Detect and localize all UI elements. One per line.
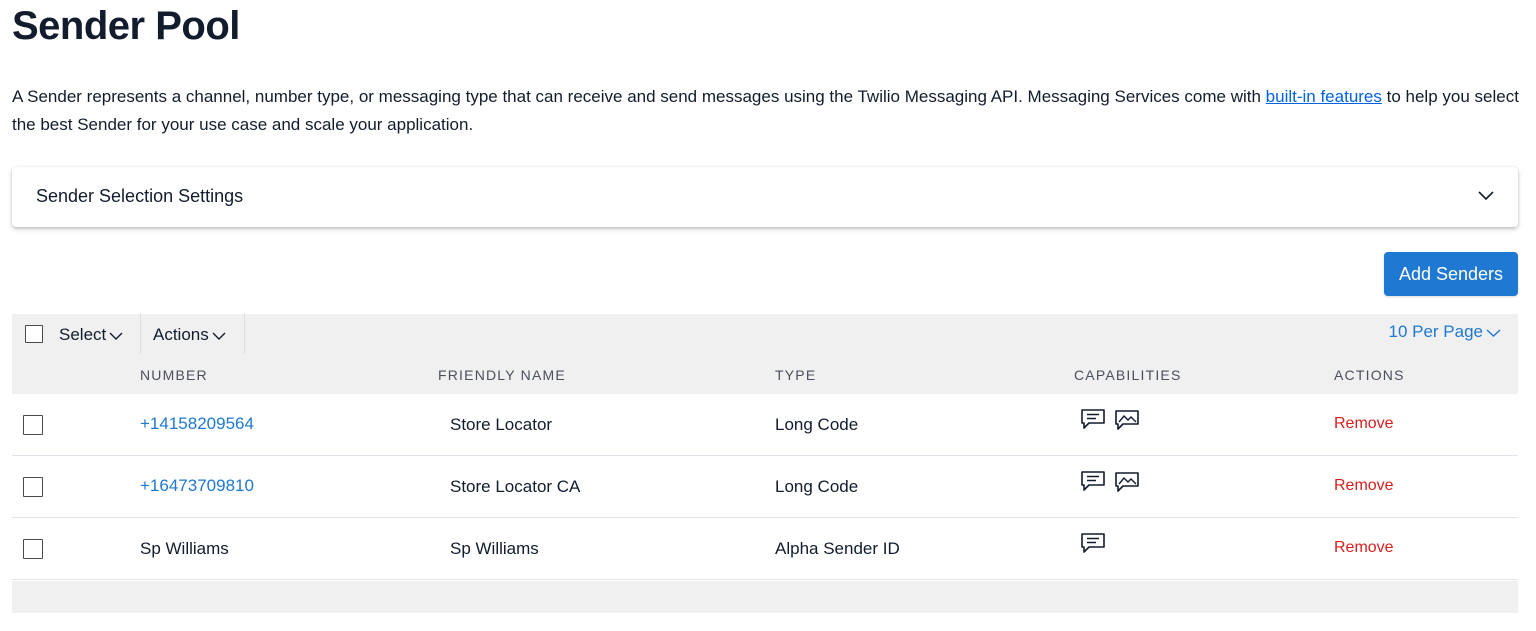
intro-text-start: A Sender represents a channel, number ty… [12, 87, 1266, 106]
mms-icon [1115, 410, 1139, 430]
chevron-down-icon [212, 332, 226, 340]
column-header-number: NUMBER [140, 367, 208, 383]
sms-icon [1081, 409, 1105, 429]
built-in-features-link[interactable]: built-in features [1266, 87, 1382, 106]
column-header-actions: ACTIONS [1334, 367, 1405, 383]
sender-type: Long Code [775, 477, 859, 496]
sender-number: Sp Williams [140, 539, 229, 558]
per-page-label: 10 Per Page [1388, 322, 1483, 341]
select-dropdown[interactable]: Select [12, 314, 141, 354]
table-footer [12, 581, 1518, 613]
sender-type: Alpha Sender ID [775, 539, 900, 558]
sender-selection-settings-label: Sender Selection Settings [36, 186, 244, 206]
friendly-name: Store Locator CA [450, 477, 581, 496]
actions-label: Actions [153, 325, 209, 344]
sms-icon [1081, 471, 1105, 491]
friendly-name: Store Locator [450, 415, 553, 434]
remove-sender-link[interactable]: Remove [1334, 477, 1394, 495]
sms-icon [1081, 533, 1105, 553]
table-row: +14158209564 Store Locator Long Code Rem… [12, 394, 1518, 456]
sender-number-link[interactable]: +16473709810 [140, 476, 254, 496]
mms-icon [1115, 472, 1139, 492]
sender-type: Long Code [775, 415, 859, 434]
table-toolbar: Select Actions 10 Per Page [12, 314, 1518, 354]
sender-selection-settings-panel[interactable]: Sender Selection Settings [12, 167, 1518, 227]
column-header-type: TYPE [775, 367, 817, 383]
row-checkbox[interactable] [23, 477, 43, 497]
add-senders-button[interactable]: Add Senders [1384, 252, 1518, 296]
table-row: Sp Williams Sp Williams Alpha Sender ID … [12, 518, 1518, 580]
remove-sender-link[interactable]: Remove [1334, 415, 1394, 433]
friendly-name: Sp Williams [450, 539, 539, 558]
chevron-down-icon [109, 332, 123, 340]
chevron-down-icon[interactable] [1476, 185, 1496, 205]
row-checkbox[interactable] [23, 539, 43, 559]
per-page-dropdown[interactable]: 10 Per Page [1388, 322, 1501, 342]
page-title: Sender Pool [12, 4, 240, 48]
column-header-friendly-name: FRIENDLY NAME [438, 367, 566, 383]
table-header: NUMBER FRIENDLY NAME TYPE CAPABILITIES A… [12, 354, 1518, 394]
row-checkbox[interactable] [23, 415, 43, 435]
intro-paragraph: A Sender represents a channel, number ty… [12, 83, 1522, 139]
chevron-down-icon [1486, 329, 1501, 337]
select-dropdown-toggle[interactable]: Select [59, 325, 123, 345]
sender-number-link[interactable]: +14158209564 [140, 414, 254, 434]
select-all-checkbox[interactable] [25, 325, 43, 343]
column-header-capabilities: CAPABILITIES [1074, 367, 1182, 383]
actions-dropdown-toggle[interactable]: Actions [153, 325, 226, 345]
select-label: Select [59, 325, 107, 344]
remove-sender-link[interactable]: Remove [1334, 539, 1394, 557]
actions-dropdown[interactable]: Actions [141, 314, 245, 354]
table-row: +16473709810 Store Locator CA Long Code … [12, 456, 1518, 518]
